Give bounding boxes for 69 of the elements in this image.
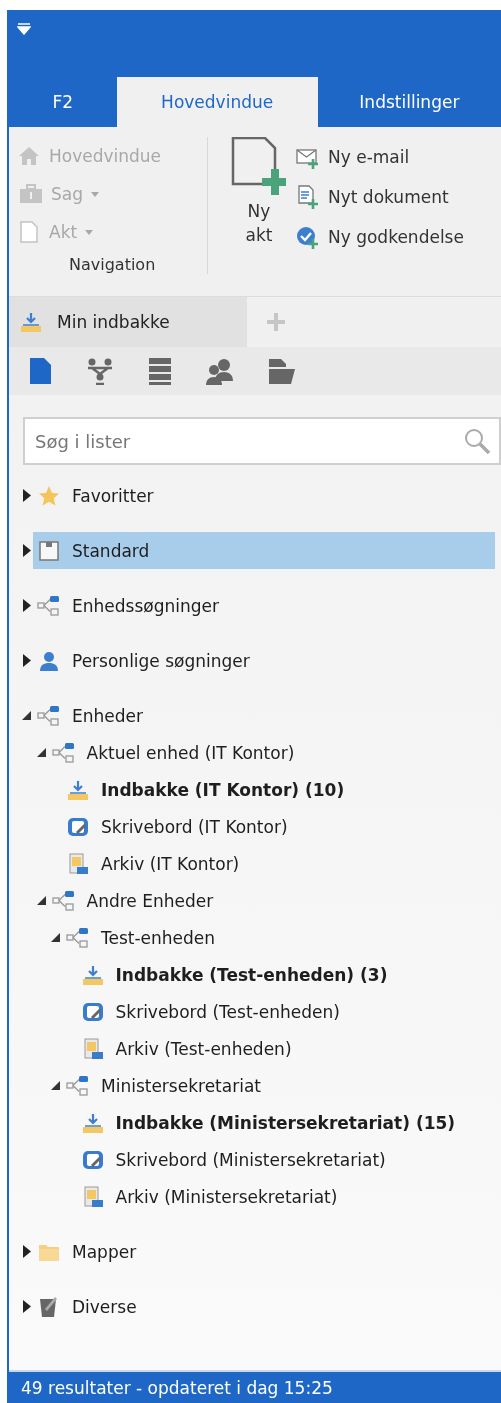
folder-icon [267, 357, 297, 385]
tree-item[interactable]: Aktuel enhed (IT Kontor) [47, 734, 295, 771]
ribbon-tab[interactable]: F2 [9, 77, 117, 127]
document-tab[interactable]: Min indbakke [9, 297, 247, 347]
status-bar: 49 resultater - opdateret i dag 15:25 [9, 1370, 501, 1403]
tray-icon [19, 310, 43, 334]
tree-item[interactable]: Ministersekretariat [62, 1067, 261, 1104]
tree-item[interactable]: Arkiv (Ministersekretariat) [76, 1178, 338, 1215]
tree-item[interactable]: Arkiv (IT Kontor) [62, 845, 240, 882]
ribbon-tab[interactable]: Indstillinger [317, 77, 501, 127]
dropdown-menu-icon [17, 23, 31, 35]
collapse-arrow-icon[interactable] [51, 933, 60, 942]
users-icon [205, 357, 235, 385]
tree-item[interactable]: Test-enheden [62, 919, 216, 956]
network-icon [51, 740, 76, 765]
action-button[interactable]: Nyt dokument [296, 177, 464, 217]
expand-arrow-icon[interactable] [22, 1245, 31, 1258]
archive-icon [66, 851, 90, 876]
action-button[interactable]: Ny e-mail [296, 137, 464, 177]
view-button[interactable] [205, 357, 235, 385]
document-plus-icon [231, 137, 287, 197]
tree-item[interactable]: Personlige søgninger [33, 642, 250, 679]
action-button[interactable]: Ny godkendelse [296, 217, 464, 257]
house-icon [17, 144, 41, 168]
expand-arrow-icon[interactable] [22, 489, 31, 502]
network-icon [66, 925, 90, 950]
org-chart-icon [85, 357, 115, 385]
tree-item[interactable]: Andre Enheder [47, 882, 214, 919]
expand-arrow-icon[interactable] [22, 1300, 31, 1313]
search-field[interactable]: Søg i lister [23, 417, 501, 465]
view-button[interactable] [85, 357, 115, 385]
check-plus-icon [296, 225, 320, 249]
collapse-arrow-icon[interactable] [36, 896, 46, 905]
expand-arrow-icon[interactable] [22, 654, 31, 667]
tree-item[interactable]: Arkiv (Test-enheden) [76, 1030, 292, 1067]
tree-item[interactable]: Standard [33, 532, 495, 569]
group-label: Navigation [69, 255, 157, 274]
ribbon-tab[interactable]: Hovedvindue [116, 77, 318, 127]
tree-item[interactable]: Enhedssøgninger [33, 587, 219, 624]
tree-item[interactable]: Indbakke (Test-enheden) (3) [76, 956, 388, 993]
search-icon [463, 427, 491, 455]
tree-item[interactable]: Indbakke (IT Kontor) (10) [62, 771, 345, 808]
document-plus-icon [296, 185, 320, 209]
tree-item[interactable]: Skrivebord (Test-enheden) [76, 993, 340, 1030]
document-icon [27, 357, 53, 385]
network-icon [37, 593, 61, 618]
tree-item[interactable]: Enheder [33, 697, 143, 734]
tree-item[interactable]: Favoritter [33, 477, 154, 514]
network-icon [37, 703, 61, 728]
view-button[interactable] [147, 357, 173, 385]
collapse-arrow-icon[interactable] [22, 711, 31, 720]
view-button[interactable] [27, 357, 53, 385]
page-icon [17, 220, 41, 244]
tree-item[interactable]: Skrivebord (IT Kontor) [62, 808, 288, 845]
expand-arrow-icon[interactable] [22, 599, 31, 612]
tree-item[interactable]: Diverse [33, 1288, 137, 1325]
tree-item[interactable]: Mapper [33, 1233, 137, 1270]
list-icon [147, 357, 173, 385]
expand-arrow-icon[interactable] [22, 544, 31, 557]
view-button[interactable] [267, 357, 297, 385]
briefcase-icon [17, 182, 43, 206]
collapse-arrow-icon[interactable] [51, 1081, 60, 1090]
tree-item[interactable]: Skrivebord (Ministersekretariat) [76, 1141, 386, 1178]
network-icon [66, 1073, 90, 1098]
tree-item[interactable]: Indbakke (Ministersekretariat) (15) [76, 1104, 456, 1141]
network-icon [51, 888, 76, 913]
new-act-button[interactable]: Ny akt [228, 137, 290, 247]
window-icon [37, 538, 61, 563]
collapse-arrow-icon[interactable] [36, 748, 46, 757]
